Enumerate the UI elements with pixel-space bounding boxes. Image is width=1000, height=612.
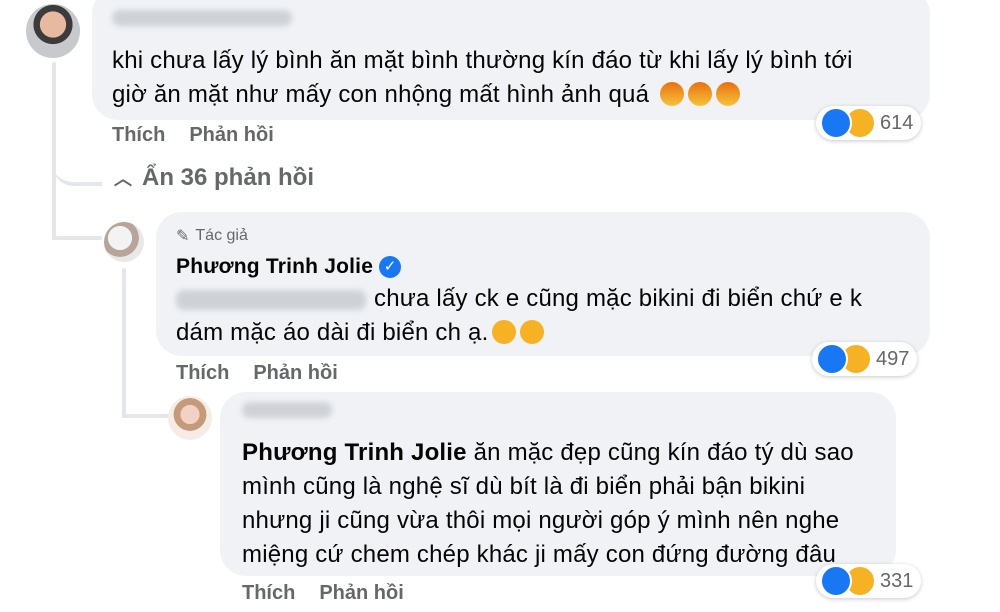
thread-line-to-subreply [122,414,170,418]
subreply-text-line: miệng cứ chem chép khác ji mấy con đứng … [242,541,837,568]
comment-text: giờ ăn mặt như mấy con nhộng mất hình ản… [112,81,650,108]
angry-emoji-icon [688,82,713,106]
like-button[interactable]: Thích [242,582,295,604]
comment-text-line: khi chưa lấy lý bình ăn mặt bình thường … [112,47,853,74]
subreply-avatar[interactable] [168,396,212,440]
thread-line-to-reply [52,236,102,240]
author-avatar[interactable] [104,222,144,262]
reply-text-line: chưa lấy ck e cũng mặc bikini đi biển ch… [374,285,863,312]
like-reaction-icon [820,107,852,139]
author-badge: ✎ Tác giả [176,226,248,246]
reply-text: dám mặc áo dài đi biển ch ạ. [176,319,489,346]
reaction-count: 497 [876,347,910,370]
subreply-name-blurred[interactable] [242,402,332,418]
like-reaction-icon [820,565,852,597]
subreply-text-line: mình cũng là nghệ sĩ dù bít là đi biển p… [242,473,806,500]
like-button[interactable]: Thích [176,362,229,384]
thread-line-sub [122,268,126,418]
laughing-emoji-icon [492,320,517,344]
reaction-summary[interactable]: 331 [816,564,922,598]
laughing-emoji-icon [520,320,545,344]
subreply-actions: Thích Phản hồi [242,582,428,605]
reaction-summary[interactable]: 497 [812,342,918,376]
reaction-count: 331 [880,569,914,592]
reaction-count: 614 [880,111,914,134]
subreply-text: ăn mặc đẹp cũng kín đáo tý dù sao [466,439,854,466]
comment-text-line: giờ ăn mặt như mấy con nhộng mất hình ản… [112,78,741,112]
commenter-name-blurred[interactable] [112,10,292,26]
commenter-avatar[interactable] [26,4,80,58]
pen-icon: ✎ [176,228,190,245]
thread-curve-hide [52,150,102,186]
reply-button[interactable]: Phản hồi [189,124,273,146]
author-badge-label: Tác giả [195,227,248,244]
author-name-row: Phương Trinh Jolie ✓ [176,250,402,284]
chevron-up-icon: ︿ [114,169,132,189]
like-reaction-icon [816,343,848,375]
mention-blurred[interactable] [176,290,366,310]
angry-emoji-icon [716,82,741,106]
hide-replies-toggle[interactable]: ︿ Ẩn 36 phản hồi [114,164,314,192]
mention-link[interactable]: Phương Trinh Jolie [242,439,467,466]
reply-button[interactable]: Phản hồi [319,582,403,604]
reaction-summary[interactable]: 614 [816,106,922,140]
subreply-text-line: nhưng ji cũng vừa thôi mọi người góp ý m… [242,507,840,534]
author-name[interactable]: Phương Trinh Jolie [176,255,373,278]
comment-actions: Thích Phản hồi [112,124,298,147]
like-button[interactable]: Thích [112,124,165,146]
thread-line-main-2 [52,180,56,240]
reply-text-line: dám mặc áo dài đi biển ch ạ. [176,316,545,350]
subreply-text-line: Phương Trinh Jolie ăn mặc đẹp cũng kín đ… [242,436,854,470]
reply-button[interactable]: Phản hồi [253,362,337,384]
verified-badge-icon: ✓ [379,256,402,278]
angry-emoji-icon [660,82,685,106]
reply-actions: Thích Phản hồi [176,362,362,385]
hide-replies-label: Ẩn 36 phản hồi [142,164,315,191]
